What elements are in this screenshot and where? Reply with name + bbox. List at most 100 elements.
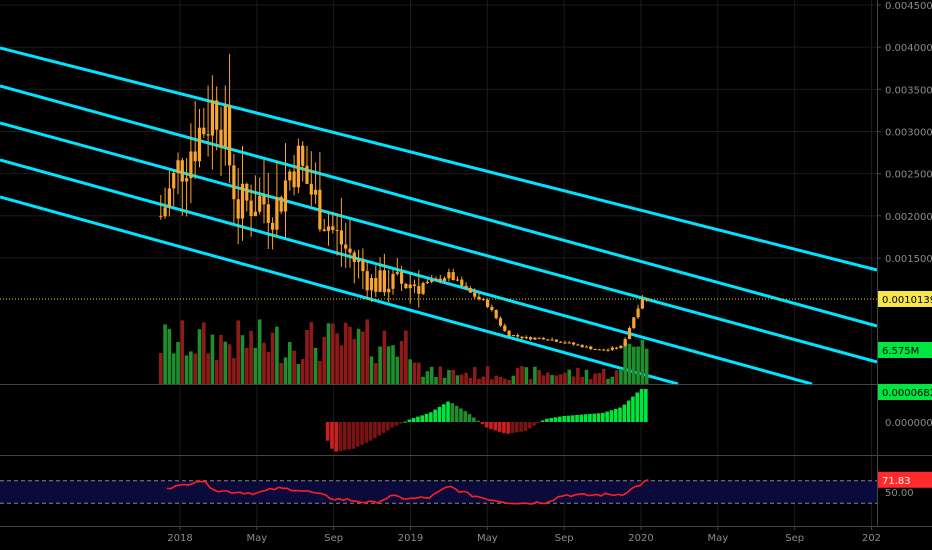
macd-bar [536, 422, 541, 424]
candle-body [374, 277, 378, 292]
volume-bar [412, 362, 417, 384]
volume-bar [176, 342, 180, 384]
candle-body [206, 134, 210, 136]
candle-body [610, 347, 614, 350]
macd-bar [398, 422, 403, 424]
time-tick-label: Sep [555, 533, 574, 544]
volume-bar [322, 336, 326, 384]
macd-bar [450, 403, 455, 422]
candle-body [159, 215, 163, 217]
macd-bar [601, 412, 605, 422]
candle-body [215, 100, 219, 130]
candle-body [266, 204, 270, 223]
candle-body [421, 283, 425, 294]
time-tick-label: Sep [785, 533, 804, 544]
volume-bar [623, 341, 627, 384]
candle-body [369, 277, 374, 291]
volume-bar [236, 320, 240, 384]
candle-body [460, 279, 464, 286]
axis-value-tags: 0.0010139 6.575M 0.0000682 71.83 [878, 290, 932, 488]
macd-bar [527, 422, 532, 429]
price-axis[interactable]: 0.0045000 0.0040000 0.0035000 0.0030000 0.00… [877, 1, 932, 499]
candle-body [546, 339, 550, 341]
volume-bar [601, 368, 606, 384]
candle-body [270, 222, 275, 230]
candle-body [425, 281, 429, 284]
candle-body [468, 288, 472, 293]
candle-body [197, 127, 202, 162]
last-price-tag: 0.0010139 [882, 295, 932, 306]
volume-bar [498, 376, 503, 384]
macd-bar [377, 422, 382, 436]
macd-zero-label: 0.0000000 [885, 418, 932, 429]
volume-bar [201, 322, 206, 384]
volume-bar [399, 341, 404, 384]
candle-body [550, 339, 554, 341]
macd-bar [416, 416, 420, 422]
volume-bar [279, 363, 283, 384]
candle-body [490, 306, 494, 311]
volume-bar [253, 347, 258, 384]
volume-bar [563, 372, 567, 384]
candle-body [593, 349, 597, 351]
candle-body [344, 244, 348, 249]
macd-bar [338, 422, 343, 451]
volume-tag: 6.575M [882, 346, 919, 357]
macd-bar [390, 422, 394, 428]
candle-body [614, 347, 619, 349]
macd-bar [596, 413, 601, 422]
volume-bar [576, 367, 580, 384]
candle-body [176, 160, 180, 173]
candle-body [391, 273, 395, 289]
time-tick-label: 2020 [628, 533, 653, 544]
candle-body [567, 342, 571, 344]
candle-body [210, 100, 214, 136]
volume-bar [257, 319, 262, 384]
macd-bar [437, 406, 442, 422]
volume-bar [240, 335, 245, 384]
volume-bar [214, 359, 219, 384]
volume-bar [614, 370, 619, 384]
volume-bar [171, 353, 176, 384]
volume-bar [326, 323, 331, 384]
candle-body [202, 127, 206, 135]
volume-bar [167, 328, 172, 384]
volume-bar [511, 375, 516, 384]
macd-bar [407, 419, 412, 422]
macd-bar [562, 416, 566, 422]
volume-bar [270, 332, 275, 384]
candle-body [331, 226, 335, 230]
candle-body [193, 151, 197, 162]
volume-bar [425, 371, 430, 384]
candle-body [301, 145, 305, 166]
macd-value-tag: 0.0000682 [882, 388, 932, 399]
candle-body [589, 346, 593, 350]
volume-bar [275, 326, 279, 384]
candle-body [227, 105, 232, 166]
candle-body [378, 270, 382, 292]
candle-body [283, 180, 288, 212]
candle-body [395, 272, 399, 274]
volume-bar [305, 329, 309, 384]
volume-bar [597, 373, 602, 384]
candle-body [404, 283, 408, 289]
candle-body [356, 260, 361, 262]
chart-workspace: 0.0045000 0.0040000 0.0035000 0.0030000 0.00… [0, 0, 932, 550]
volume-bar [442, 377, 447, 384]
macd-bar [497, 422, 502, 432]
time-tick-label: 202 [862, 533, 881, 544]
candle-body [339, 230, 343, 245]
candle-body [348, 248, 352, 253]
chart-svg[interactable]: 0.0045000 0.0040000 0.0035000 0.0030000 0.00… [0, 0, 932, 550]
volume-bar [584, 369, 589, 384]
macd-bar [605, 411, 609, 422]
volume-bar [391, 345, 395, 384]
volume-bar [365, 319, 369, 384]
macd-bar [493, 422, 498, 431]
time-tick-label: 2018 [167, 533, 192, 544]
candle-body [253, 211, 257, 217]
candle-body [223, 105, 227, 147]
time-axis[interactable]: 2018 May Sep 2019 May Sep 2020 May Sep 202 [167, 526, 881, 544]
candle-body [365, 271, 369, 291]
candle-body [464, 285, 468, 289]
